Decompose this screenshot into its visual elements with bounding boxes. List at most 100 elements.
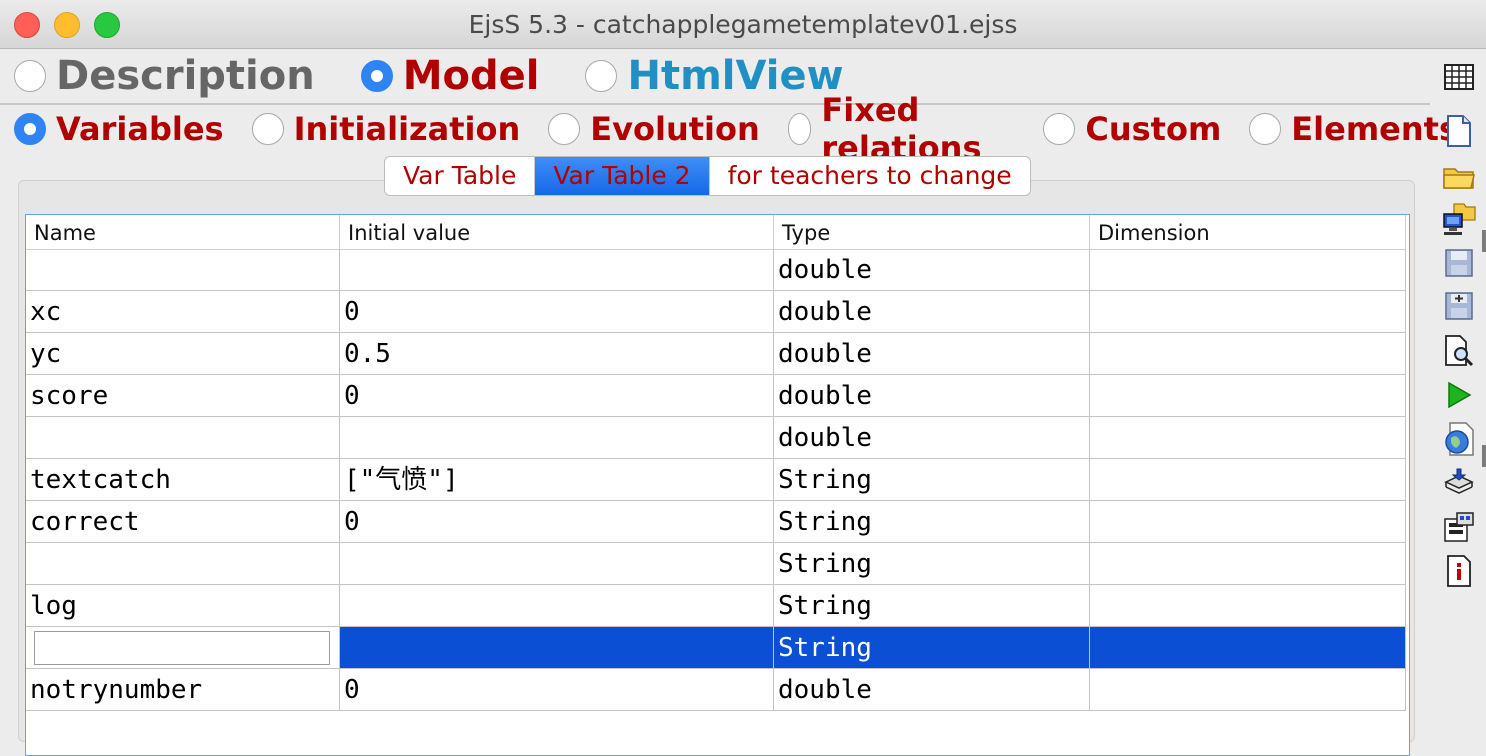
cell-name[interactable]: xc [26,291,340,332]
cell-value[interactable]: 0 [340,669,774,710]
cell-dimension[interactable] [1090,375,1406,416]
save-icon[interactable] [1442,246,1476,280]
table-row-selected[interactable]: String [26,627,1406,669]
cell-name[interactable]: notrynumber [26,669,340,710]
table-row[interactable]: notrynumber 0 double [26,669,1406,711]
tab-evolution[interactable]: Evolution [548,110,760,148]
cell-type[interactable]: String [774,627,1090,668]
column-header-dimension[interactable]: Dimension [1090,215,1406,249]
radio-selected-icon[interactable] [360,60,393,92]
cell-dimension[interactable] [1090,501,1406,542]
cell-value[interactable]: ["气愤"] [340,459,774,500]
table-row[interactable]: yc 0.5 double [26,333,1406,375]
cell-dimension[interactable] [1090,249,1406,290]
cell-type[interactable]: double [774,375,1090,416]
cell-type[interactable]: double [774,669,1090,710]
right-toolbar [1436,52,1486,740]
table-row[interactable]: textcatch ["气愤"] String [26,459,1406,501]
cell-type[interactable]: String [774,501,1090,542]
cell-value[interactable]: 0 [340,375,774,416]
radio-icon[interactable] [251,113,284,145]
cell-name[interactable] [26,249,340,290]
cell-type[interactable]: String [774,543,1090,584]
package-icon[interactable] [1442,466,1476,500]
table-row[interactable]: double [26,249,1406,291]
radio-icon[interactable] [585,60,618,92]
window-title: EjsS 5.3 - catchapplegametemplatev01.ejs… [468,10,1018,39]
tab-for-teachers[interactable]: for teachers to change [710,157,1030,195]
tab-var-table[interactable]: Var Table [385,157,536,195]
search-icon[interactable] [1442,334,1476,368]
save-as-icon[interactable] [1442,288,1476,322]
tab-custom[interactable]: Custom [1043,110,1221,148]
radio-icon[interactable] [1043,113,1076,145]
info-icon[interactable] [1442,554,1476,588]
cell-type[interactable]: double [774,249,1090,290]
cell-name[interactable]: log [26,585,340,626]
tab-variables[interactable]: Variables [14,110,224,148]
cell-dimension[interactable] [1090,669,1406,710]
column-header-type[interactable]: Type [774,215,1090,249]
cell-value[interactable] [340,543,774,584]
cell-value[interactable] [340,627,774,668]
tab-description[interactable]: Description [14,53,315,99]
preferences-icon[interactable] [1442,510,1476,544]
cell-dimension[interactable] [1090,417,1406,458]
edge-scroll-mark [1482,445,1486,467]
table-body: double xc 0 double yc 0.5 double score 0 doubl… [26,249,1406,711]
table-row[interactable]: double [26,417,1406,459]
cell-name[interactable]: score [26,375,340,416]
tab-model-label: Model [402,53,540,99]
cell-dimension[interactable] [1090,291,1406,332]
table-header: Name Initial value Type Dimension [26,215,1406,250]
column-header-initial-value[interactable]: Initial value [340,215,774,249]
run-icon[interactable] [1442,378,1476,412]
cell-type[interactable]: double [774,291,1090,332]
cell-type[interactable]: String [774,459,1090,500]
cell-name[interactable]: correct [26,501,340,542]
web-icon[interactable] [1442,422,1476,456]
cell-dimension[interactable] [1090,627,1406,668]
cell-value[interactable]: 0 [340,291,774,332]
cell-value[interactable] [340,249,774,290]
cell-name[interactable] [26,627,340,668]
tab-initialization[interactable]: Initialization [251,110,520,148]
table-row[interactable]: xc 0 double [26,291,1406,333]
cell-name[interactable]: textcatch [26,459,340,500]
cell-dimension[interactable] [1090,333,1406,374]
cell-value[interactable]: 0 [340,501,774,542]
divider [0,103,1430,105]
cell-type[interactable]: double [774,417,1090,458]
table-row[interactable]: correct 0 String [26,501,1406,543]
variables-table: Name Initial value Type Dimension double… [25,214,1410,756]
cell-name[interactable] [26,417,340,458]
open-remote-icon[interactable] [1442,202,1476,236]
radio-icon[interactable] [548,113,581,145]
column-header-name[interactable]: Name [26,215,340,249]
cell-dimension[interactable] [1090,459,1406,500]
radio-selected-icon[interactable] [14,113,46,145]
tab-model[interactable]: Model [360,53,540,99]
cell-dimension[interactable] [1090,543,1406,584]
radio-icon[interactable] [787,113,812,145]
table-row[interactable]: String [26,543,1406,585]
tab-elements[interactable]: Elements [1249,110,1458,148]
cell-name[interactable]: yc [26,333,340,374]
cell-name[interactable] [26,543,340,584]
radio-icon[interactable] [14,60,46,92]
name-edit-field[interactable] [34,631,330,665]
table-options-icon[interactable] [1442,60,1476,94]
open-folder-icon[interactable] [1442,160,1476,194]
cell-dimension[interactable] [1090,585,1406,626]
tab-var-table-2[interactable]: Var Table 2 [535,157,710,195]
radio-icon[interactable] [1249,113,1282,145]
new-file-icon[interactable] [1442,114,1476,148]
tab-variables-label: Variables [56,110,224,148]
table-row[interactable]: log String [26,585,1406,627]
table-row[interactable]: score 0 double [26,375,1406,417]
cell-type[interactable]: String [774,585,1090,626]
cell-value[interactable] [340,585,774,626]
cell-value[interactable] [340,417,774,458]
cell-type[interactable]: double [774,333,1090,374]
cell-value[interactable]: 0.5 [340,333,774,374]
